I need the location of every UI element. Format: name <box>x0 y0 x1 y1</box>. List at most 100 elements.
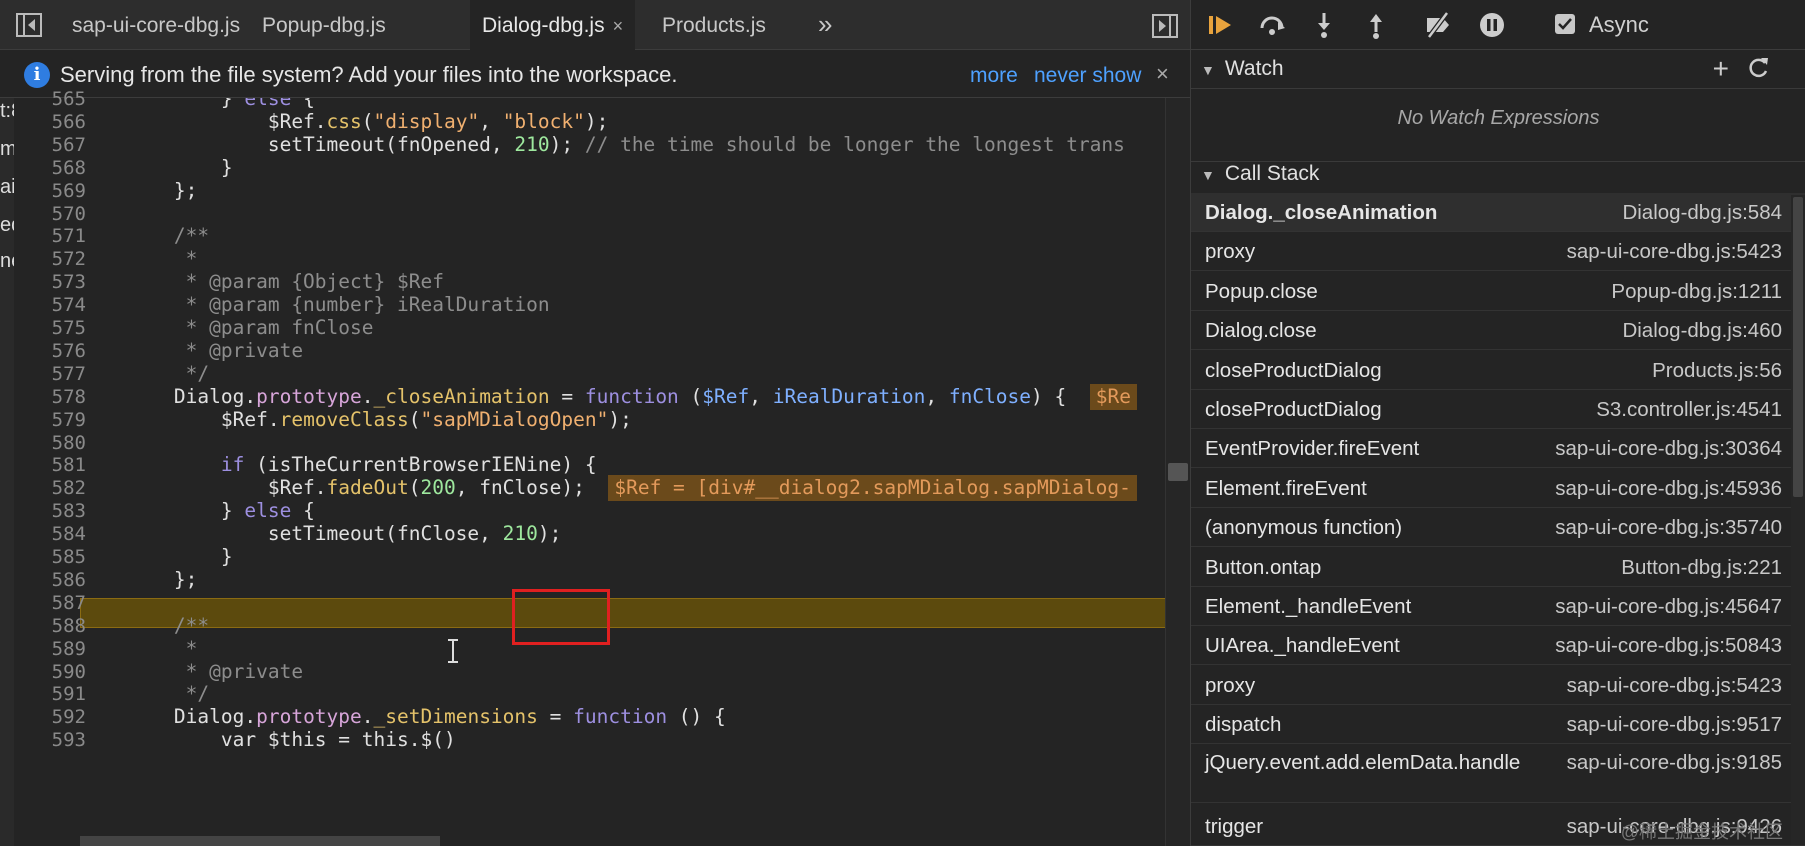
call-frame[interactable]: Dialog._closeAnimation Dialog-dbg.js:584 <box>1191 193 1805 232</box>
editor-horizontal-scrollbar[interactable] <box>80 836 440 846</box>
line-number[interactable]: 586 <box>28 569 86 591</box>
line-number[interactable]: 568 <box>28 157 86 179</box>
code-token: = <box>537 705 574 729</box>
code-token: "display" <box>373 109 480 133</box>
call-frame[interactable]: EventProvider.fireEvent sap-ui-core-dbg.j… <box>1191 429 1805 469</box>
step-out-icon[interactable] <box>1361 10 1391 40</box>
line-number[interactable]: 584 <box>28 523 86 545</box>
tab-popup-dbg[interactable]: Popup-dbg.js <box>250 0 398 50</box>
call-frame[interactable]: closeProductDialog S3.controller.js:4541 <box>1191 390 1805 429</box>
call-frame[interactable]: proxy sap-ui-core-dbg.js:5423 <box>1191 666 1805 705</box>
async-checkbox[interactable] <box>1555 14 1575 34</box>
call-frame-location[interactable]: sap-ui-core-dbg.js:9185 <box>1567 749 1782 777</box>
call-frame[interactable]: (anonymous function) sap-ui-core-dbg.js:3… <box>1191 508 1805 548</box>
add-watch-icon[interactable]: + <box>1713 50 1729 88</box>
editor-vertical-scrollbar[interactable] <box>1165 98 1190 846</box>
code-token: }; <box>80 567 198 591</box>
line-number[interactable]: 592 <box>28 706 86 728</box>
line-number[interactable]: 566 <box>28 111 86 133</box>
line-number[interactable]: 589 <box>28 638 86 660</box>
call-frame-location[interactable]: sap-ui-core-dbg.js:45936 <box>1555 469 1782 508</box>
line-number[interactable]: 579 <box>28 409 86 431</box>
call-frame-location[interactable]: sap-ui-core-dbg.js:30364 <box>1555 429 1782 468</box>
call-frame[interactable]: dispatch sap-ui-core-dbg.js:9517 <box>1191 705 1805 745</box>
deactivate-breakpoints-icon[interactable] <box>1423 10 1453 40</box>
call-frame-location[interactable]: Popup-dbg.js:1211 <box>1611 272 1782 311</box>
line-number[interactable]: 569 <box>28 180 86 202</box>
scrollbar-thumb[interactable] <box>1168 463 1188 481</box>
toggle-navigator-icon[interactable] <box>14 10 44 40</box>
line-number[interactable]: 574 <box>28 294 86 316</box>
line-number[interactable]: 581 <box>28 454 86 476</box>
infobar-close-icon[interactable]: × <box>1156 50 1169 98</box>
line-number-gutter[interactable]: 565 566 567 568 569 570 571 572 573 574 575 576 577 5… <box>14 88 86 846</box>
call-frame-location[interactable]: Products.js:56 <box>1652 351 1782 390</box>
step-into-icon[interactable] <box>1309 10 1339 40</box>
code-token: if <box>220 453 245 477</box>
call-stack-header[interactable]: ▼ Call Stack <box>1191 155 1805 194</box>
call-frame[interactable]: proxy sap-ui-core-dbg.js:5423 <box>1191 232 1805 272</box>
call-frame[interactable]: jQuery.event.add.elemData.handle sap-ui-c… <box>1191 745 1805 803</box>
line-number[interactable]: 576 <box>28 340 86 362</box>
code-token: $Ref. <box>80 109 327 133</box>
line-number[interactable]: 565 <box>28 88 86 110</box>
never-show-link[interactable]: never show <box>1034 50 1141 102</box>
call-frame[interactable]: Element.fireEvent sap-ui-core-dbg.js:4593… <box>1191 469 1805 508</box>
refresh-icon[interactable] <box>1745 54 1771 82</box>
code-token: ( <box>678 384 703 408</box>
line-number[interactable]: 587 <box>28 592 86 614</box>
line-number[interactable]: 577 <box>28 363 86 385</box>
line-number[interactable]: 573 <box>28 271 86 293</box>
call-frame-location[interactable]: sap-ui-core-dbg.js:45647 <box>1555 587 1782 626</box>
toggle-debugger-icon[interactable] <box>1150 12 1180 40</box>
code-editor[interactable]: } else { $Ref.css("display", "block"); s… <box>80 98 1165 846</box>
call-frame-location[interactable]: Dialog-dbg.js:584 <box>1622 193 1782 232</box>
scrollbar-thumb[interactable] <box>1793 197 1803 497</box>
call-frame-location[interactable]: Dialog-dbg.js:460 <box>1622 311 1782 350</box>
call-frame-location[interactable]: sap-ui-core-dbg.js:5423 <box>1567 666 1782 705</box>
tab-close-icon[interactable]: × <box>613 16 624 36</box>
annotation-box <box>512 589 610 645</box>
line-number[interactable]: 590 <box>28 661 86 683</box>
call-frame-function: jQuery.event.add.elemData.handle <box>1205 750 1521 774</box>
line-number[interactable]: 580 <box>28 432 86 454</box>
tab-dialog-dbg[interactable]: Dialog-dbg.js × <box>470 0 636 50</box>
line-number[interactable]: 588 <box>28 615 86 637</box>
line-number[interactable]: 591 <box>28 683 86 705</box>
more-link[interactable]: more <box>970 50 1018 102</box>
call-frame[interactable]: Button.ontap Button-dbg.js:221 <box>1191 548 1805 587</box>
call-frame[interactable]: Popup.close Popup-dbg.js:1211 <box>1191 272 1805 311</box>
step-over-icon[interactable] <box>1257 10 1287 40</box>
call-frame[interactable]: UIArea._handleEvent sap-ui-core-dbg.js:50… <box>1191 626 1805 666</box>
pause-on-exceptions-icon[interactable] <box>1477 10 1507 40</box>
line-number[interactable]: 582 <box>28 477 86 499</box>
line-number[interactable]: 585 <box>28 546 86 568</box>
code-line: $Ref.removeClass("sapMDialogOpen"); <box>80 407 632 433</box>
call-frame-location[interactable]: sap-ui-core-dbg.js:5423 <box>1567 232 1782 271</box>
call-frame[interactable]: Element._handleEvent sap-ui-core-dbg.js:4… <box>1191 587 1805 626</box>
call-frame[interactable]: closeProductDialog Products.js:56 <box>1191 351 1805 390</box>
sidebar-scrollbar[interactable] <box>1791 195 1805 845</box>
code-token: () { <box>667 705 726 729</box>
call-frame-location[interactable]: sap-ui-core-dbg.js:35740 <box>1555 508 1782 547</box>
line-number[interactable]: 571 <box>28 225 86 247</box>
line-number[interactable]: 567 <box>28 134 86 156</box>
line-number[interactable]: 570 <box>28 203 86 225</box>
call-frame-location[interactable]: S3.controller.js:4541 <box>1596 390 1782 429</box>
call-frame[interactable]: Dialog.close Dialog-dbg.js:460 <box>1191 311 1805 351</box>
call-frame-location[interactable]: sap-ui-core-dbg.js:9517 <box>1567 705 1782 744</box>
line-number[interactable]: 578 <box>28 386 86 408</box>
tab-products[interactable]: Products.js <box>650 0 778 50</box>
call-frame-location[interactable]: sap-ui-core-dbg.js:50843 <box>1555 626 1782 665</box>
more-tabs-icon[interactable]: » <box>818 0 832 50</box>
tab-sap-ui-core-dbg[interactable]: sap-ui-core-dbg.js <box>60 0 252 50</box>
line-number[interactable]: 593 <box>28 729 86 751</box>
line-number[interactable]: 583 <box>28 500 86 522</box>
resume-icon[interactable] <box>1205 10 1235 40</box>
code-token: fnClose <box>948 384 1032 408</box>
call-frame-location[interactable]: Button-dbg.js:221 <box>1621 548 1782 587</box>
line-number[interactable]: 575 <box>28 317 86 339</box>
line-number[interactable]: 572 <box>28 248 86 270</box>
call-frame-function: closeProductDialog <box>1205 358 1382 382</box>
